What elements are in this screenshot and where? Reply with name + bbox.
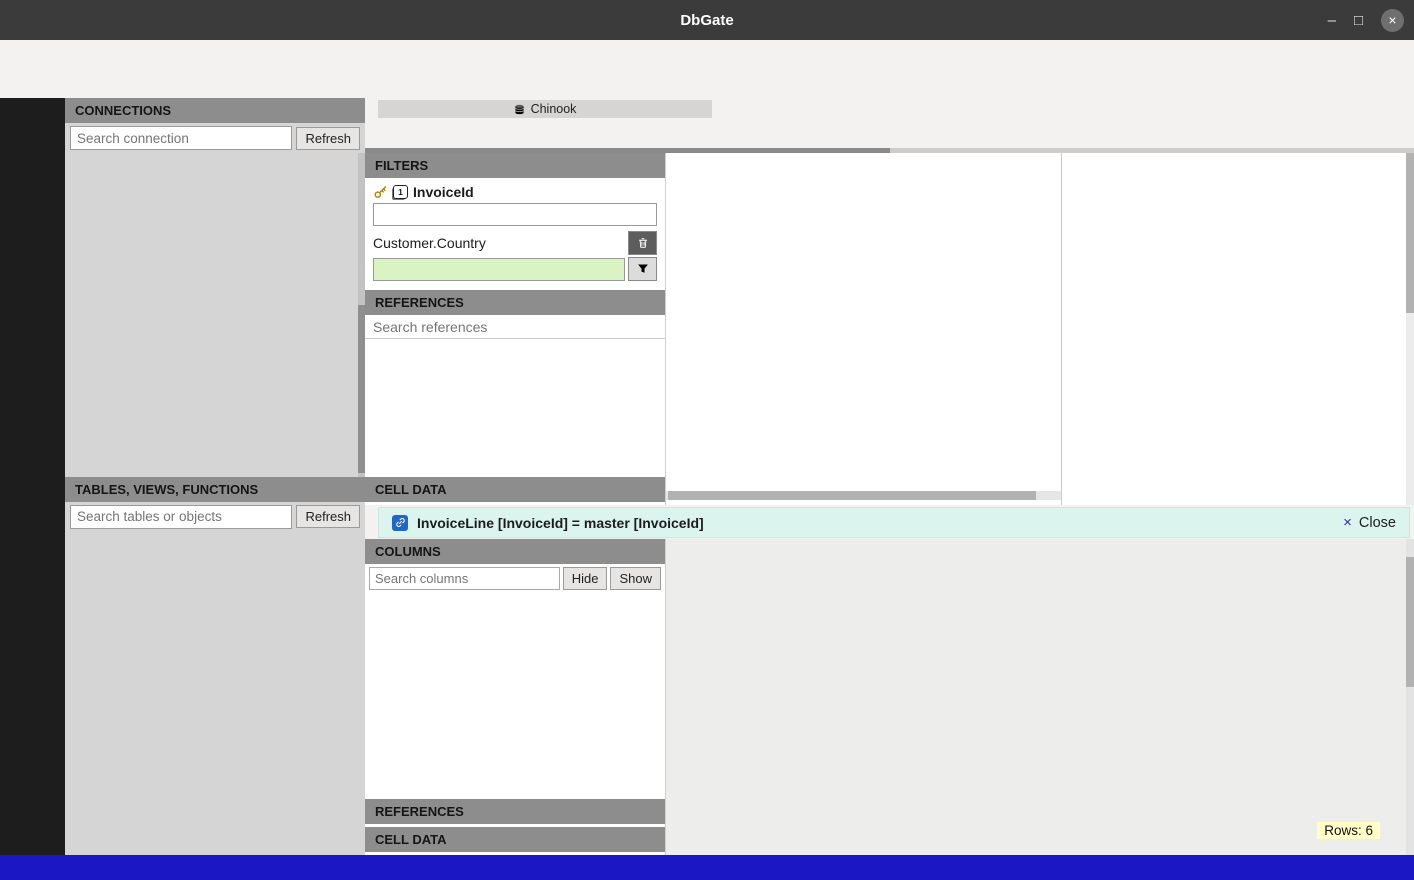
references-header: REFERENCES — [365, 290, 665, 315]
rows-count-badge: Rows: 6 — [1317, 822, 1380, 839]
columns-panel: COLUMNS Hide Show REFERENCES CELL DATA — [365, 539, 666, 855]
columns-header: COLUMNS — [365, 539, 665, 564]
form-columns-left — [666, 153, 1061, 505]
country-filter-input[interactable] — [373, 258, 625, 281]
primary-key-icon: 1 — [393, 185, 408, 199]
connections-search-row: Refresh — [65, 123, 365, 153]
remove-filter-button[interactable] — [628, 231, 657, 255]
tables-header: TABLES, VIEWS, FUNCTIONS — [65, 477, 365, 502]
key-icon — [374, 185, 388, 199]
close-button[interactable]: × — [1381, 9, 1404, 32]
form-view — [666, 153, 1414, 505]
banner-label: InvoiceLine [InvoiceId] = master [Invoic… — [417, 515, 704, 531]
trash-icon — [637, 237, 649, 249]
tables-search-row: Refresh — [65, 502, 365, 532]
master-detail-banner: InvoiceLine [InvoiceId] = master [Invoic… — [378, 507, 1410, 538]
references-search-input[interactable] — [365, 315, 665, 339]
filters-header: FILTERS — [365, 153, 665, 178]
invoiceid-filter-input[interactable] — [373, 203, 657, 226]
left-panel: CONNECTIONS Refresh TABLES, VIEWS, FUNCT… — [65, 98, 365, 855]
left-icon-rail — [0, 98, 65, 855]
filter-field-label: Customer.Country — [373, 235, 628, 251]
close-icon: × — [1343, 514, 1352, 531]
references-list — [365, 339, 665, 477]
filters-body: 1 InvoiceId Customer.Country — [365, 178, 665, 290]
close-detail-button[interactable]: × Close — [1343, 514, 1396, 531]
cell-data-header: CELL DATA — [365, 477, 665, 502]
status-bar — [0, 855, 1414, 880]
tables-list — [65, 532, 365, 856]
minimize-button[interactable]: – — [1328, 12, 1336, 29]
window-title: DbGate — [0, 12, 1414, 29]
filter-field-invoiceid: 1 InvoiceId — [365, 178, 665, 201]
form-columns-right — [1061, 153, 1405, 505]
side-tools-column: FILTERS 1 InvoiceId Customer.Country — [365, 153, 666, 505]
tab-group-label: Chinook — [531, 102, 577, 116]
cell-data-header-bottom: CELL DATA — [365, 827, 665, 852]
detail-grid-area: Rows: 6 — [666, 539, 1414, 855]
show-column-button[interactable]: Show — [610, 567, 661, 590]
window-controls: – □ × — [1328, 0, 1404, 40]
main-area: Chinook FILTERS 1 InvoiceId Customer.C — [365, 98, 1414, 855]
columns-search-input[interactable] — [369, 567, 560, 590]
tables-refresh-button[interactable]: Refresh — [296, 505, 360, 528]
filter-field-label: InvoiceId — [413, 184, 474, 200]
menu-bar — [0, 40, 1414, 68]
connections-header: CONNECTIONS — [65, 98, 365, 123]
tab-group-bar: Chinook — [378, 100, 712, 118]
connections-scrollbar[interactable] — [358, 153, 365, 477]
top-content-row: FILTERS 1 InvoiceId Customer.Country — [365, 153, 1414, 505]
tables-search-input[interactable] — [70, 505, 292, 529]
toolbar — [0, 68, 1414, 99]
connections-refresh-button[interactable]: Refresh — [296, 127, 360, 150]
title-bar: DbGate – □ × — [0, 0, 1414, 40]
form-vertical-scrollbar[interactable] — [1406, 153, 1414, 505]
hide-column-button[interactable]: Hide — [563, 567, 608, 590]
references-header-bottom: REFERENCES — [365, 799, 665, 824]
funnel-icon — [637, 263, 649, 275]
database-icon — [514, 104, 525, 115]
columns-checklist — [365, 593, 665, 799]
link-icon — [392, 515, 408, 531]
bottom-content-row: COLUMNS Hide Show REFERENCES CELL DATA R… — [365, 539, 1414, 855]
form-horizontal-scrollbar[interactable] — [666, 491, 1061, 500]
connections-list — [65, 153, 365, 477]
grid-vertical-scrollbar[interactable] — [1406, 539, 1414, 855]
maximize-button[interactable]: □ — [1354, 12, 1363, 29]
filter-menu-button[interactable] — [628, 257, 657, 281]
dbgate-window: DbGate – □ × CONNECTIONS Refresh TABLES,… — [0, 0, 1414, 880]
connections-search-input[interactable] — [70, 126, 292, 150]
